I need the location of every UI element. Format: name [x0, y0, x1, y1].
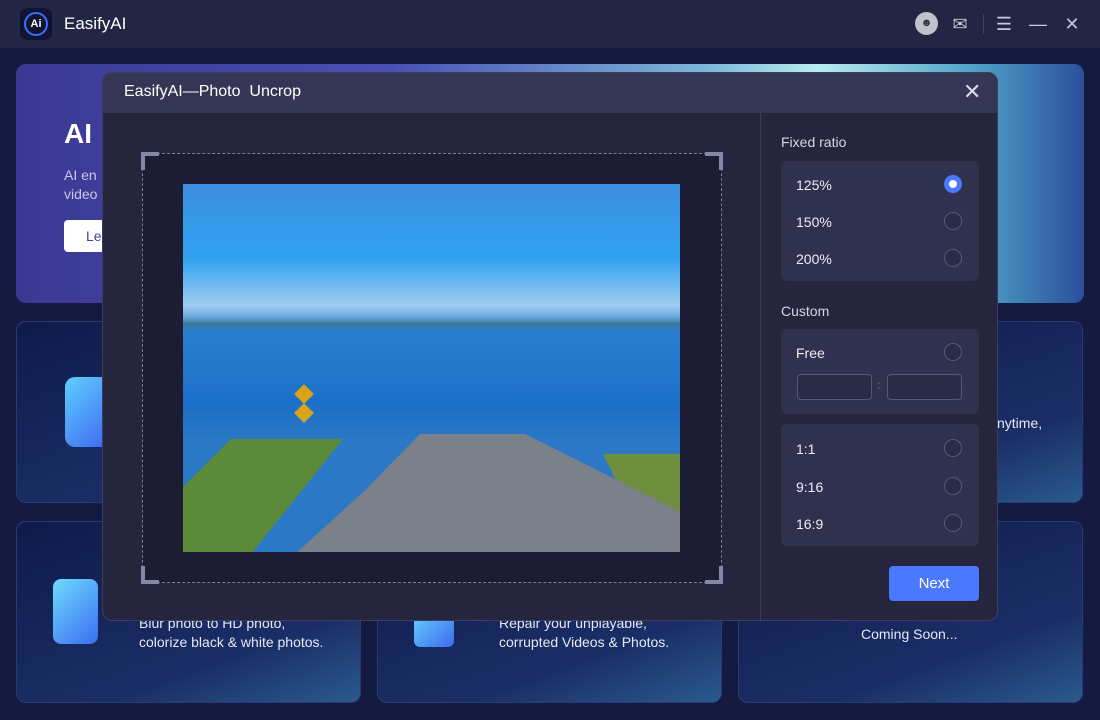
radio[interactable] [944, 477, 962, 495]
road-sign [294, 403, 314, 423]
crop-handle[interactable] [705, 566, 723, 584]
minimize-icon[interactable]: — [1027, 13, 1049, 35]
radio-free[interactable] [944, 343, 962, 361]
option-label: 9:16 [796, 479, 824, 495]
close-icon[interactable]: ✕ [1061, 13, 1083, 35]
divider [983, 14, 984, 34]
radio[interactable] [944, 212, 962, 230]
photo-preview [183, 184, 680, 552]
option-label: Free [796, 345, 825, 361]
radio-selected[interactable] [944, 175, 962, 193]
option-label: 1:1 [796, 441, 816, 457]
radio[interactable] [944, 514, 962, 532]
mail-icon[interactable]: ✉ [949, 13, 971, 35]
robot-icon[interactable]: ☻ [915, 12, 938, 35]
banner-title: AI [64, 118, 92, 149]
radio[interactable] [944, 249, 962, 267]
menu-icon[interactable]: ☰ [993, 13, 1015, 35]
option-label: 16:9 [796, 516, 824, 532]
banner-desc: AI en [64, 167, 97, 183]
divider [760, 113, 761, 620]
ratio-separator: : [877, 378, 881, 392]
option-label: 200% [796, 251, 832, 267]
card-desc: colorize black & white photos. [139, 634, 324, 650]
crop-handle[interactable] [141, 566, 159, 584]
custom-free-group: Free : [781, 329, 979, 414]
photo-enhance-icon [53, 579, 98, 644]
crop-handle[interactable] [141, 152, 159, 170]
crop-handle[interactable] [705, 152, 723, 170]
banner-desc: video [64, 186, 98, 202]
photo-road [273, 434, 680, 552]
uncrop-dialog: EasifyAI—Photo Uncrop ✕ Fixed ratio 125%… [102, 72, 998, 621]
radio[interactable] [944, 439, 962, 457]
logo-icon: Ai [24, 12, 48, 36]
next-button[interactable]: Next [889, 566, 979, 601]
card-desc: Coming Soon... [861, 626, 958, 642]
app-logo: Ai [20, 8, 52, 40]
custom-width-input[interactable] [797, 374, 872, 400]
card-desc: nytime, [997, 415, 1043, 431]
fixed-ratio-label: Fixed ratio [781, 134, 847, 150]
custom-label: Custom [781, 303, 830, 319]
card-desc: corrupted Videos & Photos. [499, 634, 670, 650]
fixed-ratio-group: 125% 150% 200% [781, 161, 979, 281]
option-label: 125% [796, 177, 832, 193]
road-sign [294, 384, 314, 404]
option-label: 150% [796, 214, 832, 230]
custom-ratio-group: 1:1 9:16 16:9 [781, 424, 979, 546]
close-icon[interactable]: ✕ [963, 79, 981, 105]
dialog-header: EasifyAI—Photo Uncrop ✕ [103, 73, 997, 113]
app-title: EasifyAI [64, 14, 127, 33]
title-bar: Ai EasifyAI ☻ ✉ ☰ — ✕ [0, 0, 1100, 48]
dialog-title: EasifyAI—Photo Uncrop [124, 83, 301, 100]
custom-height-input[interactable] [887, 374, 962, 400]
